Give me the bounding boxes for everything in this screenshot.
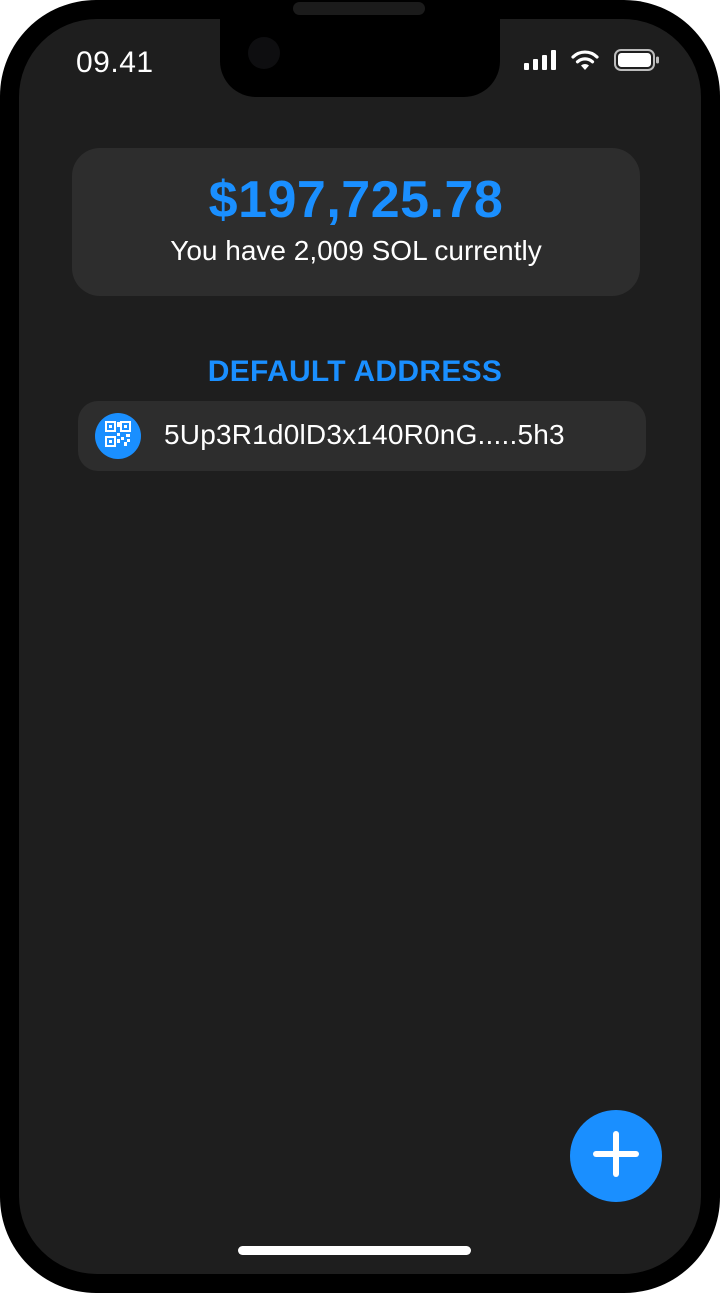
wifi-icon <box>570 49 600 76</box>
plus-icon <box>591 1129 641 1184</box>
phone-frame: 09.41 $197,725.78 You have 2,009 SOL cur… <box>0 0 720 1293</box>
qr-code-button[interactable] <box>95 413 141 459</box>
notch <box>220 19 500 97</box>
battery-icon <box>614 48 660 76</box>
status-icons <box>524 48 660 76</box>
add-button[interactable] <box>570 1110 662 1202</box>
camera-icon <box>248 37 280 69</box>
app-screen: 09.41 $197,725.78 You have 2,009 SOL cur… <box>19 19 701 1274</box>
default-address-row[interactable]: 5Up3R1d0lD3x140R0nG.....5h3 <box>78 401 646 471</box>
default-address-title: DEFAULT ADDRESS <box>207 355 503 388</box>
balance-subtitle: You have 2,009 SOL currently <box>170 235 542 266</box>
qr-code-icon <box>105 420 131 452</box>
balance-amount: $197,725.78 <box>208 171 504 229</box>
cellular-signal-icon <box>524 49 556 75</box>
status-time: 09.41 <box>76 46 154 79</box>
balance-card: $197,725.78 You have 2,009 SOL currently <box>72 148 640 296</box>
speaker-grille <box>293 2 425 15</box>
default-address-value[interactable]: 5Up3R1d0lD3x140R0nG.....5h3 <box>164 419 565 451</box>
home-indicator[interactable] <box>238 1246 471 1255</box>
